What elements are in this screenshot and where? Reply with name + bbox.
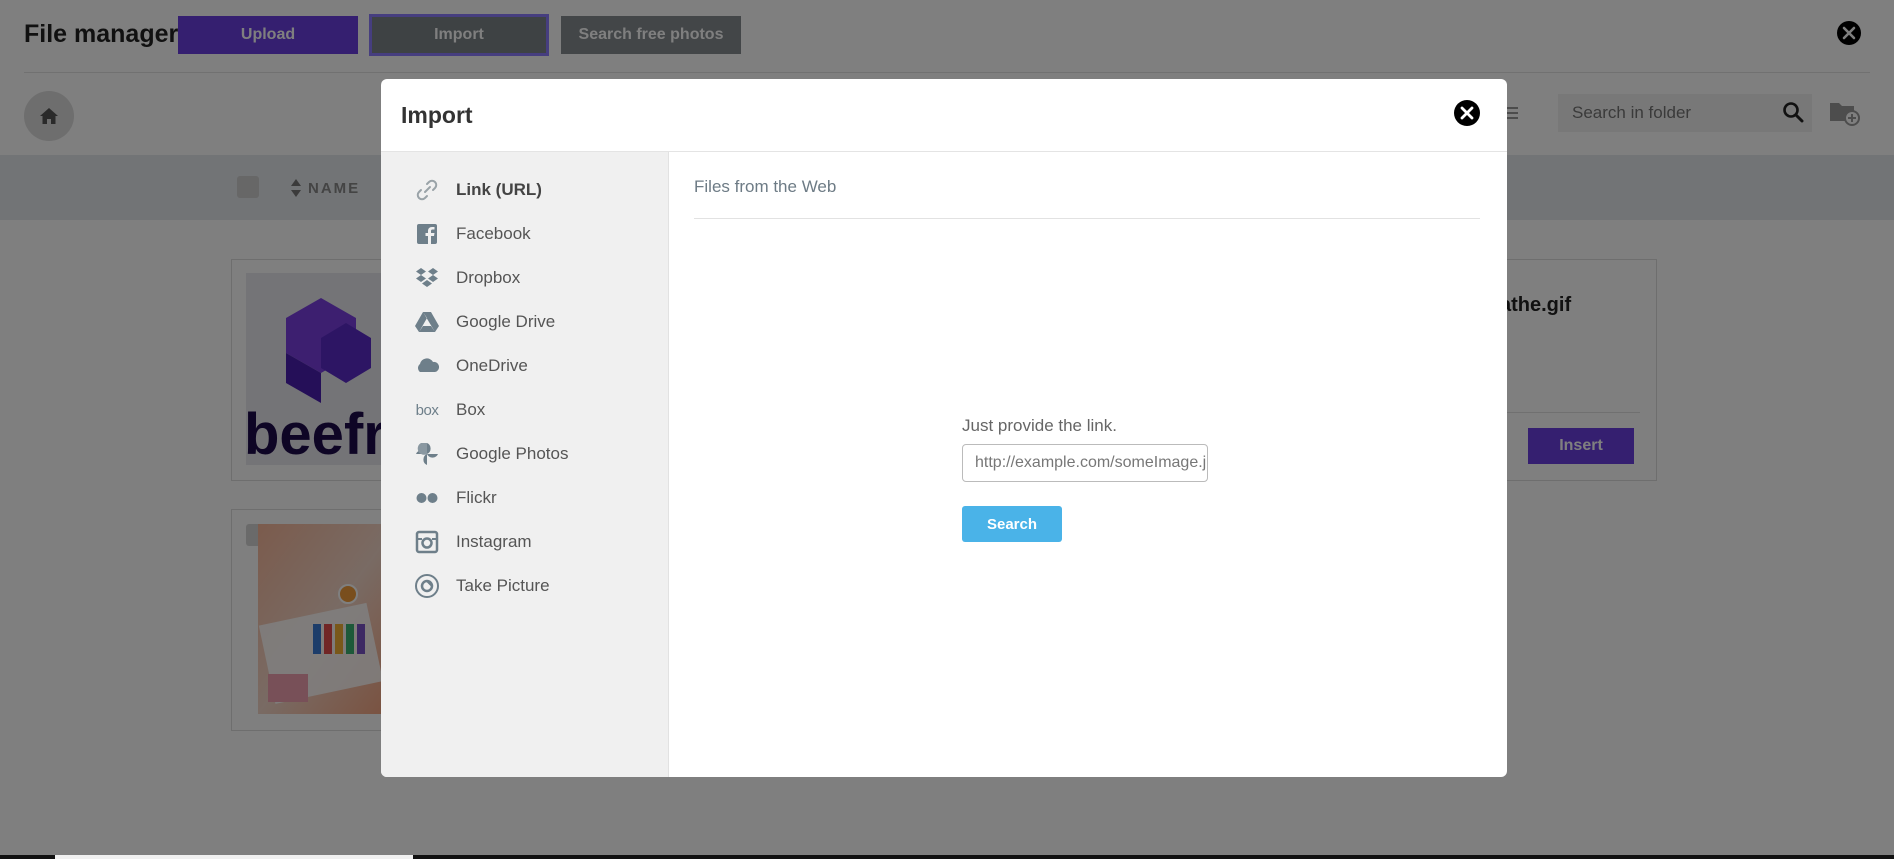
source-item-label: OneDrive <box>456 356 528 375</box>
import-modal: Import Link (URL) Facebook Dropbox Googl… <box>381 79 1507 777</box>
facebook-icon <box>417 224 437 244</box>
panel-heading: Files from the Web <box>694 177 837 196</box>
close-icon[interactable] <box>1453 99 1481 127</box>
scrollbar-thumb[interactable] <box>55 855 413 859</box>
source-item-onedrive[interactable]: OneDrive <box>381 346 669 386</box>
google-drive-icon <box>415 312 439 332</box>
scrollbar[interactable] <box>0 855 1894 859</box>
source-item-take-picture[interactable]: Take Picture <box>381 566 669 606</box>
source-item-label: Link (URL) <box>456 180 542 199</box>
import-panel: Files from the Web Just provide the link… <box>670 152 1507 777</box>
source-item-instagram[interactable]: Instagram <box>381 522 669 562</box>
source-item-label: Instagram <box>456 532 532 551</box>
source-item-google-drive[interactable]: Google Drive <box>381 302 669 342</box>
source-item-box[interactable]: box Box <box>381 390 669 430</box>
google-photos-icon <box>416 443 438 465</box>
link-field-label: Just provide the link. <box>962 416 1117 435</box>
flickr-icon <box>416 493 438 503</box>
modal-title: Import <box>401 102 473 128</box>
source-item-label: Take Picture <box>456 576 550 595</box>
onedrive-icon <box>418 358 440 372</box>
search-button[interactable]: Search <box>962 506 1062 542</box>
source-item-facebook[interactable]: Facebook <box>381 214 669 254</box>
box-icon: box <box>415 401 439 419</box>
source-item-label: Box <box>456 400 486 419</box>
source-item-link[interactable]: Link (URL) <box>381 170 669 210</box>
source-item-label: Google Photos <box>456 444 569 463</box>
dropbox-icon <box>416 268 438 287</box>
import-source-list: Link (URL) Facebook Dropbox Google Drive <box>381 152 669 777</box>
source-item-label: Facebook <box>456 224 531 243</box>
link-url-input[interactable] <box>962 444 1208 482</box>
link-icon <box>416 179 438 201</box>
source-item-flickr[interactable]: Flickr <box>381 478 669 518</box>
source-item-label: Google Drive <box>456 312 556 331</box>
source-item-label: Dropbox <box>456 268 521 287</box>
divider <box>694 218 1480 219</box>
source-item-google-photos[interactable]: Google Photos <box>381 434 669 474</box>
source-item-label: Flickr <box>456 488 497 507</box>
camera-icon <box>415 574 439 598</box>
modal-header: Import <box>381 79 1507 152</box>
instagram-icon <box>415 530 439 554</box>
source-item-dropbox[interactable]: Dropbox <box>381 258 669 298</box>
